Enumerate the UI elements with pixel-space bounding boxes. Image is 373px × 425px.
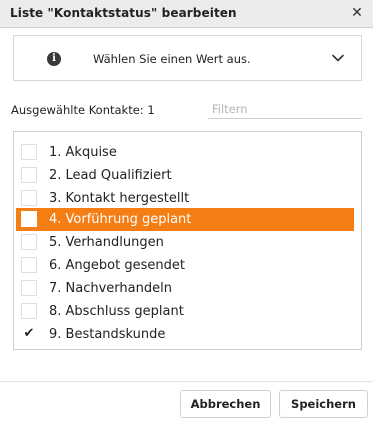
checkbox[interactable]: [21, 303, 37, 319]
footer-divider: [0, 381, 373, 382]
list-item[interactable]: 1. Akquise: [14, 141, 361, 164]
list-item[interactable]: 2. Lead Qualifiziert: [14, 164, 361, 187]
save-button[interactable]: Speichern: [279, 390, 368, 418]
checkmark-icon[interactable]: ✔: [21, 326, 37, 342]
checkbox[interactable]: [21, 144, 37, 160]
list-item-label: 3. Kontakt hergestellt: [49, 191, 190, 206]
list-item-label: 8. Abschluss geplant: [49, 304, 184, 319]
dialog-titlebar: Liste "Kontaktstatus" bearbeiten ✕: [0, 0, 373, 28]
list-item[interactable]: ✔ 9. Bestandskunde: [14, 323, 361, 346]
list-item-label: 4. Vorführung geplant: [49, 212, 192, 227]
checkbox[interactable]: [21, 280, 37, 296]
info-icon: i: [47, 52, 61, 66]
list-item[interactable]: 4. Vorführung geplant: [16, 208, 354, 231]
info-panel[interactable]: i Wählen Sie einen Wert aus.: [13, 35, 362, 81]
list-item-label: 7. Nachverhandeln: [49, 281, 172, 296]
checkbox[interactable]: [21, 234, 37, 250]
dialog-title: Liste "Kontaktstatus" bearbeiten: [10, 6, 237, 20]
status-list: 1. Akquise 2. Lead Qualifiziert 3. Kontakt…: [13, 131, 362, 350]
checkbox[interactable]: [21, 257, 37, 273]
info-text: Wählen Sie einen Wert aus.: [93, 52, 251, 66]
list-item[interactable]: 3. Kontakt hergestellt: [14, 187, 361, 210]
selected-contacts-count: Ausgewählte Kontakte: 1: [11, 103, 155, 117]
list-item[interactable]: 8. Abschluss geplant: [14, 300, 361, 323]
chevron-down-icon[interactable]: [331, 51, 345, 65]
list-item-label: 6. Angebot gesendet: [49, 258, 185, 273]
list-item-label: 9. Bestandskunde: [49, 327, 166, 342]
list-item-label: 5. Verhandlungen: [49, 235, 164, 250]
cancel-button[interactable]: Abbrechen: [180, 390, 271, 418]
list-item[interactable]: 6. Angebot gesendet: [14, 254, 361, 277]
list-item-label: 1. Akquise: [49, 145, 117, 160]
checkbox[interactable]: [21, 211, 37, 227]
list-item-label: 2. Lead Qualifiziert: [49, 168, 172, 183]
checkbox[interactable]: [21, 190, 37, 206]
close-icon[interactable]: ✕: [349, 5, 365, 21]
list-item[interactable]: 7. Nachverhandeln: [14, 277, 361, 300]
list-item[interactable]: 5. Verhandlungen: [14, 231, 361, 254]
filter-input[interactable]: [208, 99, 362, 119]
checkbox[interactable]: [21, 167, 37, 183]
